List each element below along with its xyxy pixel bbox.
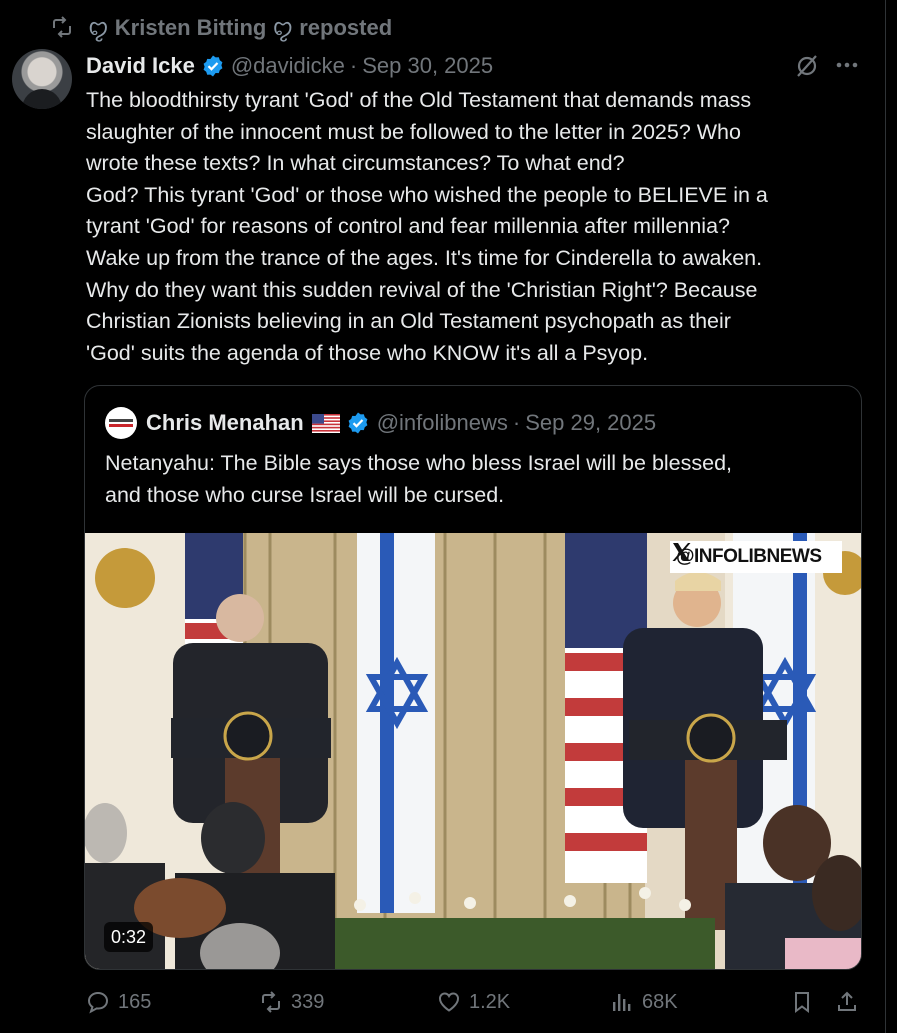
repost-name-deco-right: ꨄ [272,15,294,40]
video-still [85,533,861,969]
grok-icon[interactable] [794,53,820,79]
author-display-name[interactable]: David Icke [86,53,195,79]
quoted-tweet[interactable]: Chris Menahan @infolibnews · Sep 29, 202… [84,385,862,970]
repost-count: 339 [291,990,325,1013]
video-duration: 0:32 [104,922,154,952]
video-watermark: @INFOLIBNEWS [670,541,842,573]
quote-date[interactable]: Sep 29, 2025 [525,410,656,436]
reply-count: 165 [118,990,152,1013]
repost-name-deco-left: ꨄ [88,15,109,40]
reply-icon [87,991,109,1014]
repost-icon [53,16,71,38]
repost-icon [262,991,280,1013]
quote-header: Chris Menahan @infolibnews · Sep 29, 202… [146,406,656,440]
bookmark-button[interactable] [790,986,822,1018]
us-flag-icon [311,413,340,433]
more-icon[interactable] [834,55,860,75]
like-count: 1.2K [469,990,511,1013]
action-bar: 165 339 1.2K 68K [0,986,897,1018]
reply-button[interactable]: 165 [86,986,151,1018]
share-button[interactable] [835,986,867,1018]
views-count: 68K [642,990,678,1013]
views-icon [613,994,631,1011]
repost-suffix: reposted [299,15,393,40]
bookmark-icon [795,992,809,1013]
repost-label: ꨄ Kristen Bitting ꨄ reposted [88,14,392,42]
header-separator: · [349,53,358,78]
tweet-header: David Icke @davidicke · Sep 30, 2025 [86,51,493,81]
like-icon [439,992,459,1012]
quote-video[interactable]: @INFOLIBNEWS 0:32 [85,533,861,969]
author-handle[interactable]: @davidicke [231,53,345,79]
author-avatar[interactable] [12,49,72,109]
quote-author-display-name[interactable]: Chris Menahan [146,410,304,436]
repost-button[interactable]: 339 [259,986,324,1018]
verified-badge-icon[interactable] [346,411,370,435]
quote-text: Netanyahu: The Bible says those who bles… [105,451,733,507]
quote-author-avatar[interactable] [105,407,137,439]
share-icon [838,991,856,1011]
quote-author-handle[interactable]: @infolibnews [377,410,508,436]
watermark-text: @INFOLIBNEWS [676,546,822,567]
like-button[interactable]: 1.2K [437,986,510,1018]
verified-badge-icon[interactable] [201,54,225,78]
repost-user[interactable]: Kristen Bitting [115,15,267,40]
views-button[interactable]: 68K [610,986,678,1018]
tweet-text: The bloodthirsty tyrant 'God' of the Old… [86,88,768,365]
quote-header-separator: · [512,410,521,435]
x-logo-icon [672,543,691,561]
right-divider [885,0,897,1033]
tweet-date[interactable]: Sep 30, 2025 [362,53,493,79]
